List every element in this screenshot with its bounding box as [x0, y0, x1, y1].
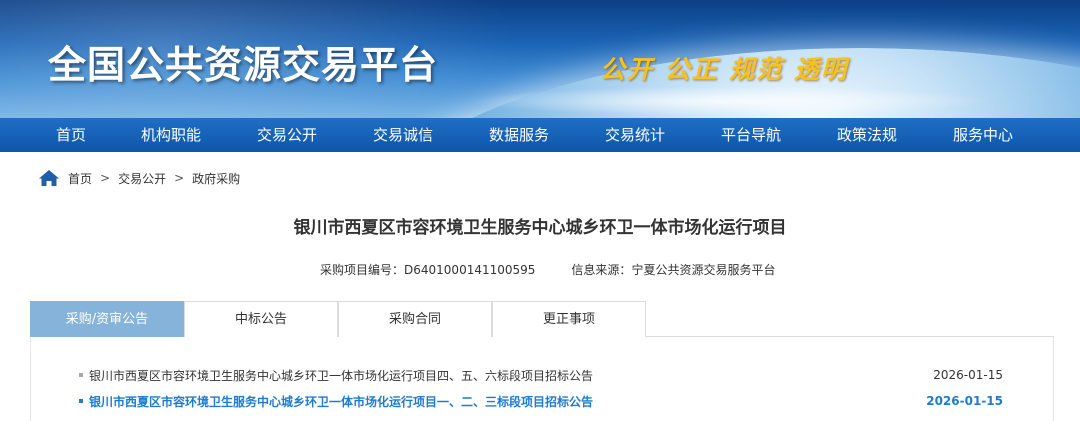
breadcrumb-item-procurement[interactable]: 政府采购	[192, 170, 240, 187]
breadcrumb-item-trading[interactable]: 交易公开	[118, 170, 166, 187]
breadcrumb-separator: >	[174, 171, 185, 185]
project-code-value: D6401000141100595	[404, 263, 536, 277]
nav-item-service[interactable]: 服务中心	[953, 118, 1013, 152]
nav-item-functions[interactable]: 机构职能	[141, 118, 201, 152]
announcement-title[interactable]: 银川市西夏区市容环境卫生服务中心城乡环卫一体市场化运行项目四、五、六标段项目招标…	[89, 367, 933, 384]
info-source-value: 宁夏公共资源交易服务平台	[631, 263, 776, 277]
tab-procurement-notice[interactable]: 采购/资审公告	[30, 301, 184, 337]
announcement-date: 2026-01-15	[926, 394, 1003, 408]
header-banner: 全国公共资源交易平台 公开 公正 规范 透明	[0, 0, 1080, 118]
breadcrumb-item-home[interactable]: 首页	[68, 170, 92, 187]
breadcrumb-separator: >	[100, 171, 111, 185]
list-item[interactable]: 银川市西夏区市容环境卫生服务中心城乡环卫一体市场化运行项目一、二、三标段项目招标…	[79, 391, 1003, 411]
nav-item-trading[interactable]: 交易公开	[257, 118, 317, 152]
home-icon[interactable]	[38, 169, 60, 187]
tab-award-notice[interactable]: 中标公告	[184, 301, 338, 337]
list-item[interactable]: 银川市西夏区市容环境卫生服务中心城乡环卫一体市场化运行项目四、五、六标段项目招标…	[79, 365, 1003, 385]
announcement-tabs: 采购/资审公告 中标公告 采购合同 更正事项	[30, 301, 1054, 337]
nav-item-integrity[interactable]: 交易诚信	[373, 118, 433, 152]
project-meta: 采购项目编号：D6401000141100595 信息来源：宁夏公共资源交易服务平…	[320, 261, 775, 278]
site-title[interactable]: 全国公共资源交易平台	[48, 34, 438, 89]
banner-light-streak	[470, 86, 990, 116]
info-source-label: 信息来源：	[571, 263, 632, 277]
announcement-title[interactable]: 银川市西夏区市容环境卫生服务中心城乡环卫一体市场化运行项目一、二、三标段项目招标…	[89, 393, 926, 410]
project-code-label: 采购项目编号：	[320, 263, 405, 277]
nav-item-navigation[interactable]: 平台导航	[721, 118, 781, 152]
nav-item-statistics[interactable]: 交易统计	[605, 118, 665, 152]
breadcrumb: 首页 > 交易公开 > 政府采购	[38, 168, 240, 188]
announcement-list: 银川市西夏区市容环境卫生服务中心城乡环卫一体市场化运行项目四、五、六标段项目招标…	[30, 337, 1054, 421]
slogan: 公开 公正 规范 透明	[600, 55, 849, 84]
nav-item-home[interactable]: 首页	[56, 118, 86, 152]
nav-item-policy[interactable]: 政策法规	[837, 118, 897, 152]
bullet-icon	[79, 373, 83, 377]
bullet-icon	[79, 399, 83, 403]
page-title: 银川市西夏区市容环境卫生服务中心城乡环卫一体市场化运行项目	[293, 218, 787, 238]
tab-contract[interactable]: 采购合同	[338, 301, 492, 337]
announcement-date: 2026-01-15	[933, 368, 1003, 382]
tab-corrections[interactable]: 更正事项	[492, 301, 646, 337]
nav-item-data[interactable]: 数据服务	[489, 118, 549, 152]
main-nav: 首页 机构职能 交易公开 交易诚信 数据服务 交易统计 平台导航 政策法规 服务…	[0, 118, 1080, 152]
